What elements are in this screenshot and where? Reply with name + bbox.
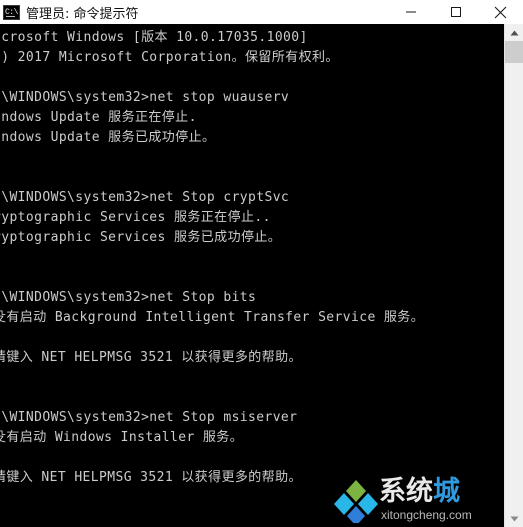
minimize-icon bbox=[405, 11, 416, 13]
scroll-up-button[interactable] bbox=[505, 24, 523, 41]
title-bar[interactable]: C:\ 管理员: 命令提示符 bbox=[0, 0, 523, 24]
console-line: 殳有启动 Background Intelligent Transfer Ser… bbox=[0, 310, 425, 325]
console-line: 请键入 NET HELPMSG 3521 以获得更多的帮助。 bbox=[0, 350, 302, 365]
console-line: :\WINDOWS\system32>net Stop cryptSvc bbox=[0, 190, 290, 205]
command-prompt-window: C:\ 管理员: 命令提示符 icrosoft Windows [版本 10.0… bbox=[0, 0, 523, 527]
chevron-down-icon bbox=[510, 516, 518, 521]
scroll-track[interactable] bbox=[505, 63, 523, 510]
console-line: 请键入 NET HELPMSG 3521 以获得更多的帮助。 bbox=[0, 470, 302, 485]
chevron-up-icon bbox=[510, 30, 518, 35]
console-icon-glyph: C:\ bbox=[5, 7, 18, 17]
close-icon bbox=[494, 6, 507, 18]
console-line: 殳有启动 Windows Installer 服务。 bbox=[0, 430, 244, 445]
console-line: c) 2017 Microsoft Corporation。保留所有权利。 bbox=[0, 50, 339, 65]
console-line: :\WINDOWS\system32>net Stop msiserver bbox=[0, 410, 298, 425]
vertical-scrollbar[interactable] bbox=[504, 24, 523, 527]
console-line: indows Update 服务正在停止. bbox=[0, 110, 197, 125]
close-button[interactable] bbox=[478, 0, 523, 24]
scroll-thumb[interactable] bbox=[505, 41, 523, 63]
console-icon: C:\ bbox=[3, 4, 20, 20]
maximize-icon bbox=[450, 7, 461, 17]
console-line: indows Update 服务已成功停止。 bbox=[0, 130, 216, 145]
console-output-area[interactable]: icrosoft Windows [版本 10.0.17035.1000] c)… bbox=[0, 24, 504, 527]
scroll-down-button[interactable] bbox=[505, 510, 523, 527]
console-icon-underline bbox=[6, 15, 15, 17]
maximize-button[interactable] bbox=[433, 0, 478, 24]
console-lines: icrosoft Windows [版本 10.0.17035.1000] c)… bbox=[0, 28, 504, 527]
console-line: ryptographic Services 服务正在停止.. bbox=[0, 210, 271, 225]
console-line: :\WINDOWS\system32>net Stop bits bbox=[0, 290, 257, 305]
console-line: :\WINDOWS\system32>net stop wuauserv bbox=[0, 90, 290, 105]
window-title: 管理员: 命令提示符 bbox=[26, 6, 139, 22]
console-line: ryptographic Services 服务已成功停止。 bbox=[0, 230, 282, 245]
minimize-button[interactable] bbox=[388, 0, 433, 24]
console-line: icrosoft Windows [版本 10.0.17035.1000] bbox=[0, 30, 308, 45]
